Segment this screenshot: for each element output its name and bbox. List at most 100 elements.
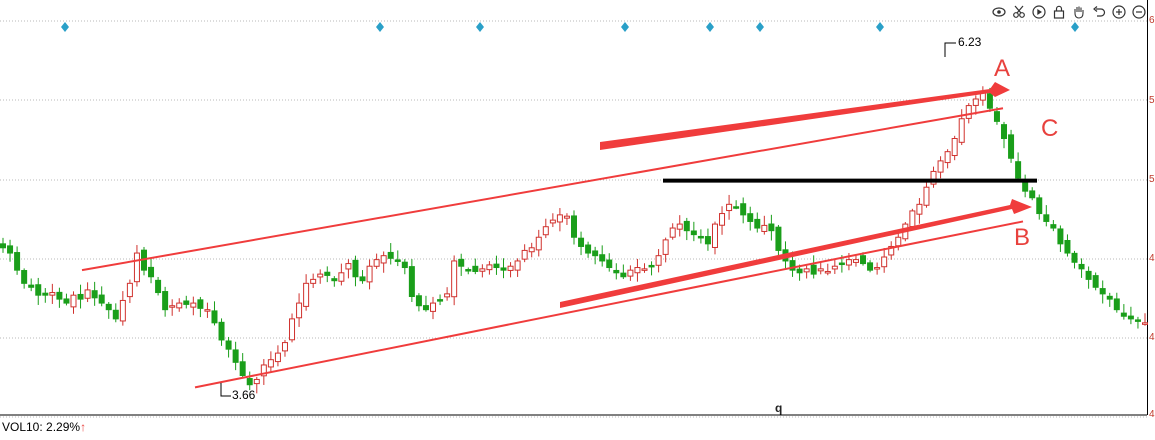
candle-body [838,262,845,266]
candle-body [1127,315,1134,320]
candle-body [627,269,634,277]
candle-body [817,268,824,272]
candle-body [1043,214,1050,222]
candle-body [754,218,761,229]
candle-body [585,244,592,254]
price-axis-line [1147,0,1148,415]
candle-body [98,294,105,304]
candle-body [1134,319,1141,322]
candle-body [35,284,42,296]
undo-icon[interactable] [1091,4,1107,20]
candle-body [183,300,190,305]
candle-body [1142,322,1148,325]
candle-body [909,210,916,228]
candle-body [613,269,620,274]
candle-body [944,151,951,164]
event-marker [61,22,69,32]
candle-body [620,272,627,278]
candle-body [697,235,704,239]
scissors-icon[interactable] [1011,4,1027,20]
lock-icon[interactable] [1051,4,1067,20]
trough-price-label: 3.66 [232,388,256,402]
candle-body [1015,161,1022,179]
candle-body [1050,224,1057,229]
candle-body [479,268,486,272]
candle-body [1071,252,1078,263]
candle-body [7,245,14,254]
price-tick-label: 5 [1149,95,1155,106]
candle-body [916,203,923,215]
zoom-in-icon[interactable] [1111,4,1127,20]
candle-body [824,270,831,274]
candle-body [408,266,415,298]
candle-body [655,255,662,266]
candle-body [204,309,211,312]
candle-body [549,219,556,224]
candle-body [28,284,35,288]
candle-body [683,220,690,232]
candle-body [119,299,126,322]
candle-body [296,302,303,319]
price-tick-label: 5 [1149,174,1155,185]
candle-body [281,342,288,352]
candle-body [1113,298,1120,311]
candle-body [42,292,49,296]
candle-body [1036,197,1043,215]
candle-body [895,236,902,247]
candle-body [380,255,387,264]
candle-body [465,269,472,272]
candle-body [232,349,239,363]
price-tick-label: 4 [1149,409,1155,420]
candle-body [874,267,881,270]
candle-body [394,259,401,262]
candle-body [1064,239,1071,254]
footer-mark: q [775,401,783,415]
candle-body [112,309,119,320]
candle-body [246,378,253,386]
candle-body [289,318,296,341]
candle-body [451,260,458,298]
candle-body [881,256,888,268]
candle-body [726,203,733,212]
candle-body [387,251,394,259]
candle-body [401,261,408,269]
candle-body [126,282,133,298]
candle-body [571,215,577,238]
hand-icon[interactable] [1071,4,1087,20]
candle-body [521,249,528,260]
candle-body [690,230,697,236]
chart-toolbar [991,4,1147,20]
candle-body [352,259,359,278]
candle-body [1001,124,1008,140]
candle-body [1120,312,1127,317]
candle-body [951,138,958,157]
arrow-a [600,82,1010,150]
candle-body [211,310,218,324]
candle-body [852,259,859,263]
zoom-out-icon[interactable] [1131,4,1147,20]
candle-body [49,292,56,296]
candle-body [592,250,599,257]
indicator-prefix: VOL10: [2,420,47,434]
candle-body [768,223,775,232]
candle-body [711,223,718,248]
candle-body [162,291,169,311]
candle-body [740,203,747,216]
candle-body [733,206,740,209]
candle-body [415,295,422,307]
candle-body [430,302,437,312]
event-marker [1071,22,1079,32]
candle-body [310,278,317,284]
play-circle-icon[interactable] [1031,4,1047,20]
candle-body [1099,288,1106,295]
event-marker [621,22,629,32]
event-marker [376,22,384,32]
candle-body [500,267,507,271]
candle-body [338,272,345,282]
candle-body [986,93,993,109]
eye-icon[interactable] [991,4,1007,20]
candle-body [669,227,676,238]
price-tick-label: 6 [1149,15,1155,26]
peak-pointer [944,42,956,57]
candle-body [1092,275,1099,288]
